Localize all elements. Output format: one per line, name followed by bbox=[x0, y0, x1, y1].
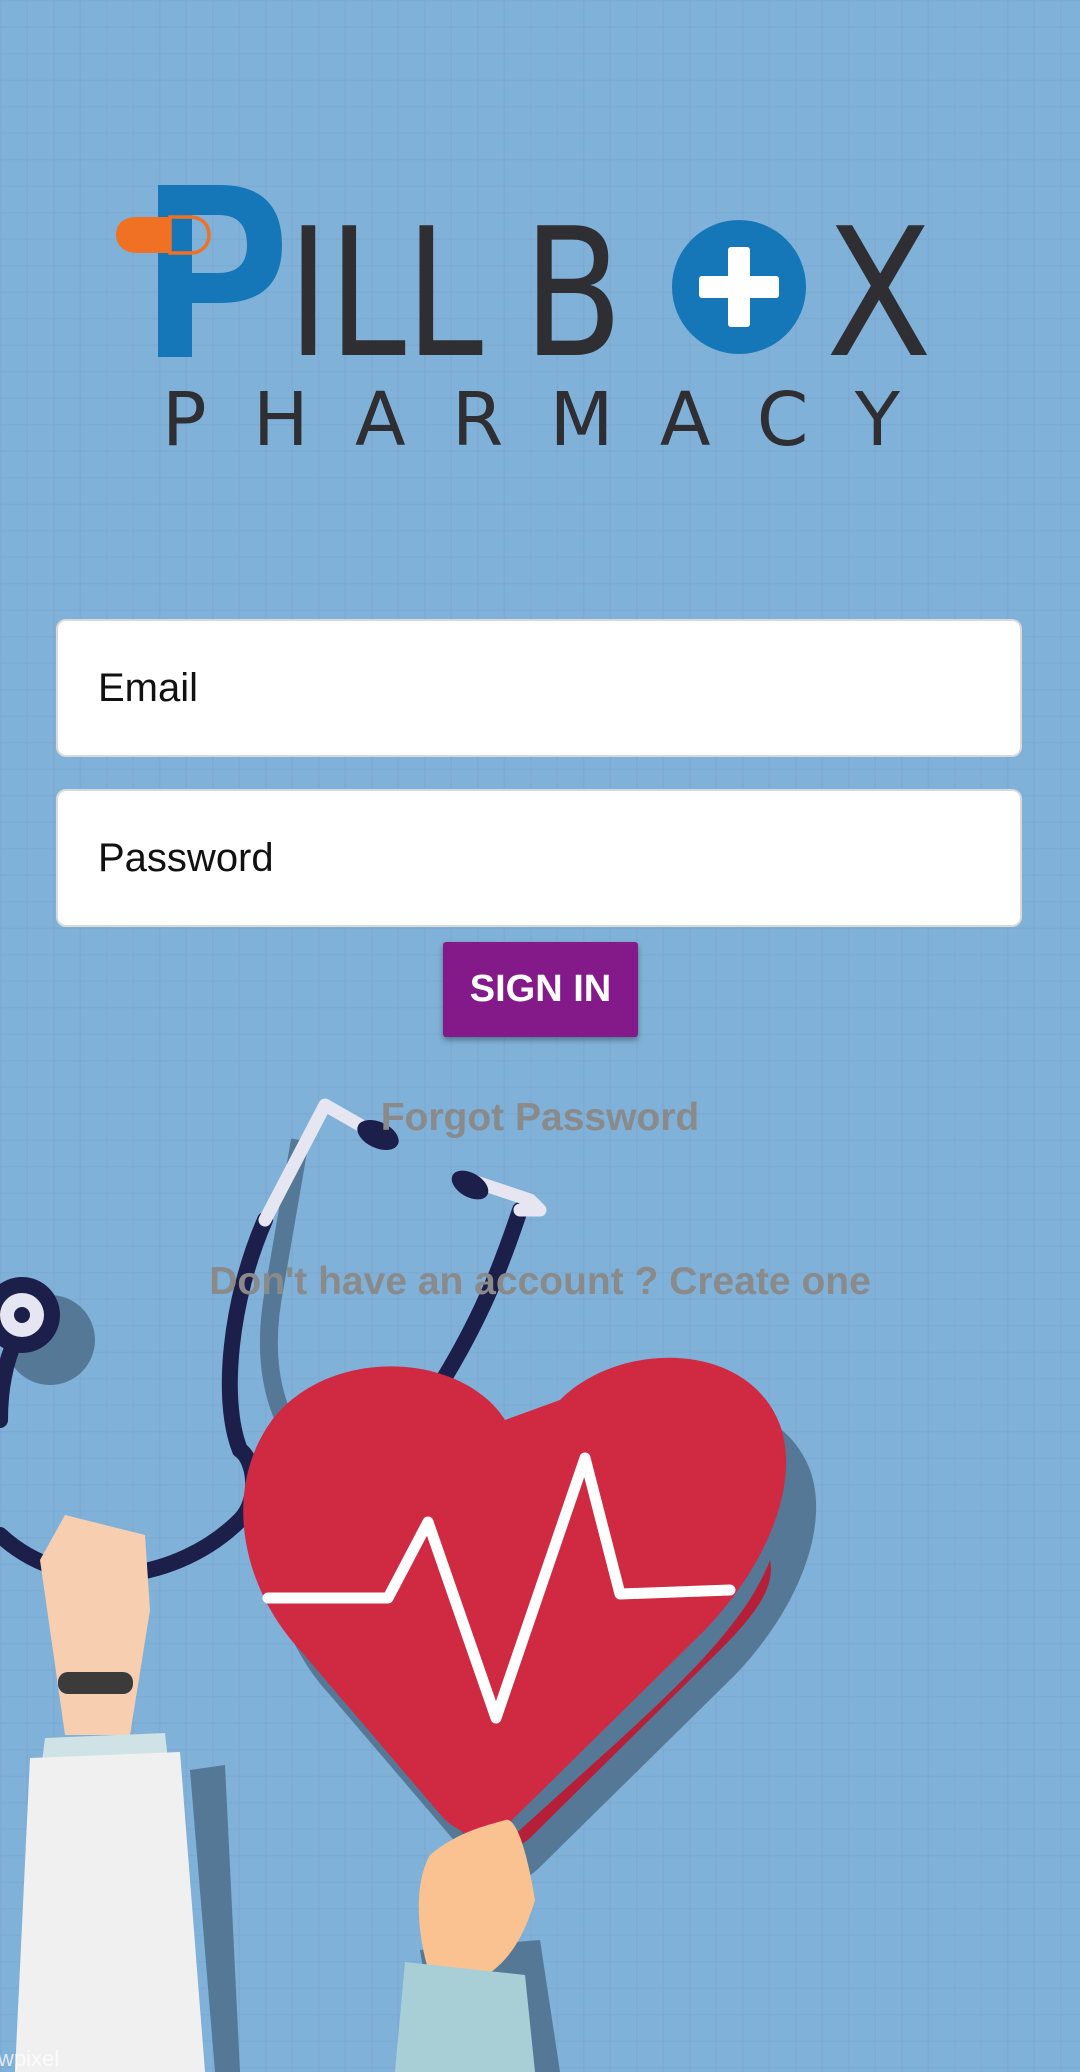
stethoscope-tube-left bbox=[221, 1212, 273, 1458]
password-field[interactable] bbox=[56, 789, 1022, 927]
patient-sleeve bbox=[395, 1962, 535, 2072]
pill-icon bbox=[116, 215, 211, 255]
forgot-password-link[interactable]: Forgot Password bbox=[0, 1096, 1080, 1140]
email-field[interactable] bbox=[56, 619, 1022, 757]
doctor-hand bbox=[40, 1515, 150, 1735]
pillbox-logo: ILL B X P H A R M A C Y bbox=[116, 185, 932, 463]
create-account-link[interactable]: Don't have an account ? Create one bbox=[0, 1260, 1080, 1304]
earpiece-tip-right bbox=[451, 1170, 489, 1200]
sign-in-button[interactable]: SIGN IN bbox=[443, 942, 638, 1037]
logo-tagline: P H A R M A C Y bbox=[162, 377, 901, 463]
doctor-watch bbox=[58, 1672, 133, 1694]
login-screen: ILL B X P H A R M A C Y SIGN IN Forgot P… bbox=[0, 0, 1080, 2072]
logo-word-ill: ILL bbox=[288, 190, 483, 397]
logo-letter-x: X bbox=[826, 190, 932, 397]
watermark: wpixel bbox=[0, 2046, 60, 2071]
doctor-sleeve bbox=[15, 1752, 205, 2072]
logo-letter-b: B bbox=[523, 190, 623, 397]
medical-cross-icon bbox=[672, 220, 806, 354]
